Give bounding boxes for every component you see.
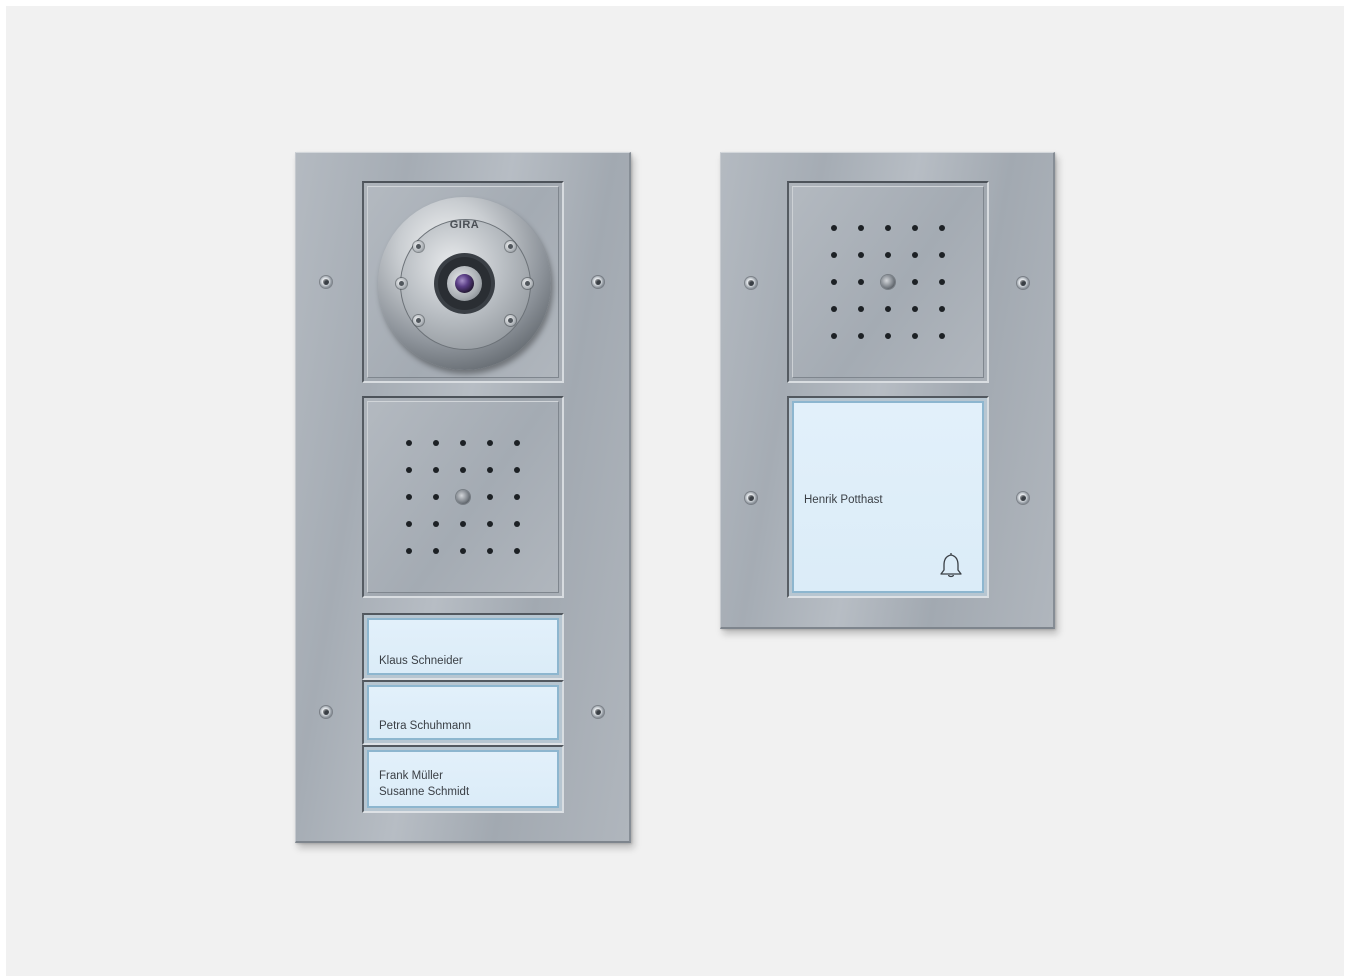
screw-icon bbox=[745, 277, 757, 289]
bell-button-mueller-schmidt[interactable]: Frank Müller Susanne Schmidt bbox=[362, 745, 564, 813]
speaker-grille-icon bbox=[395, 429, 530, 564]
screw-icon bbox=[745, 492, 757, 504]
bell-button-klaus-schneider[interactable]: Klaus Schneider bbox=[362, 613, 564, 680]
name-label: Susanne Schmidt bbox=[379, 786, 470, 798]
screw-icon bbox=[1017, 277, 1029, 289]
bell-icon bbox=[940, 552, 962, 578]
name-label: Klaus Schneider bbox=[379, 655, 463, 667]
door-station-left: GIRA Klaus Schneider Petra Schuhmann Fra… bbox=[295, 152, 631, 843]
microphone-icon bbox=[880, 274, 895, 289]
speaker-module bbox=[362, 396, 564, 598]
screw-icon bbox=[592, 706, 604, 718]
name-label: Frank Müller bbox=[379, 770, 443, 782]
camera-module: GIRA bbox=[362, 181, 564, 383]
bell-button-henrik-potthast[interactable]: Henrik Potthast bbox=[787, 396, 989, 598]
speaker-grille-icon bbox=[820, 214, 955, 349]
door-station-right: Henrik Potthast bbox=[720, 152, 1055, 629]
bell-button-petra-schuhmann[interactable]: Petra Schuhmann bbox=[362, 680, 564, 745]
screw-icon bbox=[320, 276, 332, 288]
backdrop bbox=[6, 6, 1344, 976]
camera-icon: GIRA bbox=[378, 197, 551, 370]
screw-icon bbox=[1017, 492, 1029, 504]
screw-icon bbox=[320, 706, 332, 718]
name-label: Petra Schuhmann bbox=[379, 720, 472, 732]
name-label: Henrik Potthast bbox=[804, 494, 883, 506]
screw-icon bbox=[592, 276, 604, 288]
speaker-module bbox=[787, 181, 989, 383]
microphone-icon bbox=[455, 489, 470, 504]
